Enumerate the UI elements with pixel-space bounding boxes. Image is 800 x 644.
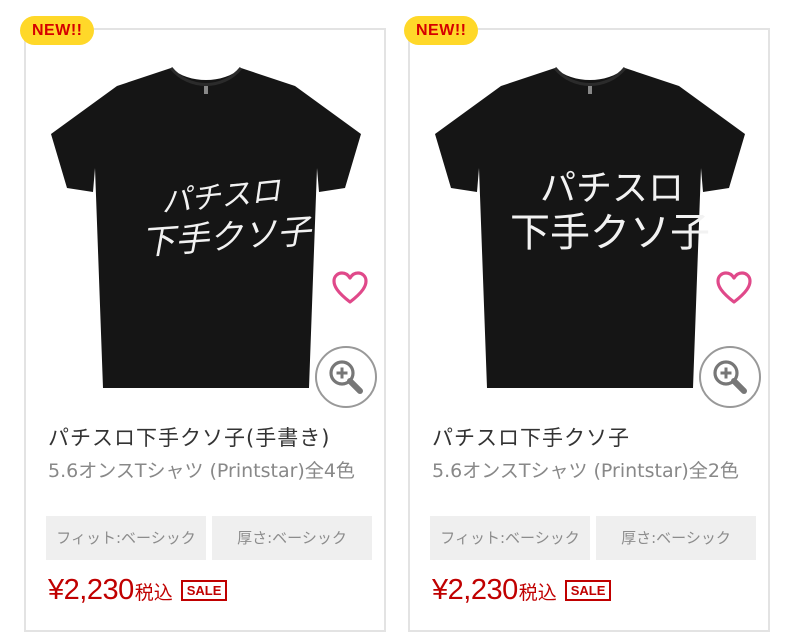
tax-label: 税込	[518, 582, 557, 604]
zoom-in-icon[interactable]	[698, 345, 762, 409]
product-card[interactable]: NEW!! パチスロ 下手クソ子 パチスロ下手クソ子 5.6オンスTシャツ (P…	[404, 16, 770, 632]
svg-text:パチスロ: パチスロ	[540, 168, 684, 209]
new-badge: NEW!!	[20, 16, 95, 45]
spec-fit: フィット:ベーシック	[430, 516, 590, 560]
spec-thickness: 厚さ:ベーシック	[596, 516, 756, 560]
tax-label: 税込	[134, 582, 173, 604]
product-card[interactable]: NEW!! パチスロ 下手クソ子 パチスロ下手クソ子(手書き) 5.6オンスTシ…	[20, 16, 386, 632]
spec-fit: フィット:ベーシック	[46, 516, 206, 560]
product-title[interactable]: パチスロ下手クソ子(手書き)	[48, 422, 370, 452]
favorite-heart-icon[interactable]	[331, 270, 369, 306]
price: ¥2,230	[48, 574, 134, 606]
product-title[interactable]: パチスロ下手クソ子	[432, 422, 754, 452]
zoom-in-icon[interactable]	[314, 345, 378, 409]
shirt-print: パチスロ 下手クソ子	[510, 168, 710, 256]
spec-thickness: 厚さ:ベーシック	[212, 516, 372, 560]
product-subtitle: 5.6オンスTシャツ (Printstar)全2色	[432, 460, 739, 482]
new-badge: NEW!!	[404, 16, 479, 45]
sale-badge: SALE	[180, 580, 228, 601]
price: ¥2,230	[432, 574, 518, 606]
favorite-heart-icon[interactable]	[715, 270, 753, 306]
product-subtitle: 5.6オンスTシャツ (Printstar)全4色	[48, 460, 355, 482]
price-row: ¥2,230 税込 SALE	[48, 574, 228, 607]
svg-text:下手クソ子: 下手クソ子	[510, 210, 710, 256]
price-row: ¥2,230 税込 SALE	[432, 574, 612, 607]
sale-badge: SALE	[564, 580, 612, 601]
